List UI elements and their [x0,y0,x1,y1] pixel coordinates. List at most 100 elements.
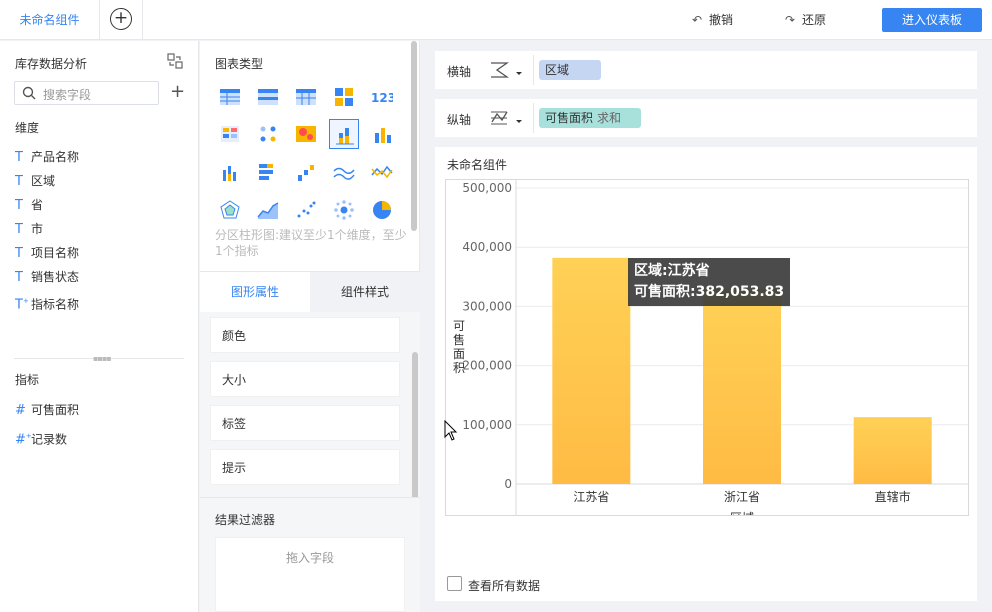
enter-dashboard-button[interactable]: 进入仪表板 [882,8,982,32]
drag-handle-icon: ▪▪▪▪ [93,354,112,363]
axis-type-dropdown-icon[interactable] [489,108,523,128]
stacked-bar-icon[interactable] [215,157,245,187]
dimension-item[interactable]: T省 [15,195,43,215]
y-aggregation: 求和 [597,111,622,125]
heatmap-icon[interactable] [291,119,321,149]
y-tick-label: 500,000 [462,181,512,195]
dimension-item[interactable]: T 产品名称 [15,147,79,167]
redo-icon: ↷ [784,13,796,27]
y-field-pill[interactable]: 可售面积 求和 [539,108,641,128]
grouped-table-icon[interactable] [253,82,283,112]
tab-divider [142,0,143,40]
add-tab-button[interactable]: + [110,8,132,30]
text-formula-icon: T+ [15,297,29,313]
chart-type-scrollbar[interactable] [411,41,417,231]
field-label: 产品名称 [31,150,80,164]
y-axis-title: 可售面积 [453,319,465,375]
compare-line-icon[interactable] [367,157,397,187]
svg-text:123: 123 [371,91,393,105]
bar[interactable] [853,417,932,484]
bar[interactable] [703,288,781,484]
measure-item[interactable]: #+记录数 [15,426,68,447]
y-axis-row: 纵轴 可售面积 求和 [435,99,977,137]
axis-divider [533,55,534,85]
x-field-pill[interactable]: 区域 [539,60,601,80]
property-label[interactable]: 标签 [210,405,400,441]
property-list: 颜色 大小 标签 提示 [200,312,420,502]
text-type-icon: T [15,174,23,189]
measure-header: 指标 [15,373,40,387]
partition-bar-icon[interactable] [329,119,359,149]
redo-button[interactable]: ↷ 还原 [783,11,826,29]
tooltip-line-category: 区域:江苏省 [634,263,710,279]
line-chart-icon[interactable] [329,157,359,187]
field-label: 销售状态 [31,270,80,284]
undo-icon: ↶ [691,13,703,27]
filter-drop-zone[interactable]: 拖入字段 [215,537,405,612]
y-tick-label: 0 [504,477,512,491]
field-label: 记录数 [31,432,68,447]
tab-component-style[interactable]: 组件样式 [310,272,420,312]
undo-button[interactable]: ↶ 撤销 [690,11,733,29]
y-tick-label: 300,000 [462,299,512,313]
text-type-icon: T [15,246,23,261]
area-chart-icon[interactable] [253,195,283,225]
table-chart-icon[interactable] [215,82,245,112]
bubble-chart-icon[interactable] [329,195,359,225]
axis-type-dropdown-icon[interactable] [489,60,523,80]
pie-chart-icon[interactable] [367,195,397,225]
color-table-icon[interactable] [329,82,359,112]
panel-resizer[interactable]: ▪▪▪▪ [14,354,184,363]
radar-chart-icon[interactable] [215,195,245,225]
scatter-chart-icon[interactable] [291,195,321,225]
property-tooltip[interactable]: 提示 [210,449,400,485]
field-label: 项目名称 [31,246,80,260]
add-field-button[interactable]: + [170,82,185,102]
dot-matrix-icon[interactable] [253,119,283,149]
bar[interactable] [552,257,631,484]
kpi-number-icon[interactable]: 123 [367,82,397,112]
dimension-item[interactable]: T 区域 [15,171,55,191]
horizontal-bar-icon[interactable] [253,157,283,187]
bar-chart-icon[interactable] [367,119,397,149]
field-label: 省 [31,198,44,212]
property-color[interactable]: 颜色 [210,317,400,353]
view-all-label: 查看所有数据 [468,579,541,593]
property-scrollbar[interactable] [412,352,418,502]
y-field-name: 可售面积 [545,111,594,125]
dimension-item[interactable]: T市 [15,219,43,239]
text-type-icon: T [15,198,23,213]
mouse-cursor-icon [444,420,458,441]
view-all-checkbox[interactable] [447,576,462,591]
bar-chart: 0 100,000 200,000 300,000 400,000 500,000 江苏省 浙… [453,180,968,525]
x-tick-label: 浙江省 [724,490,760,504]
search-icon [22,86,36,100]
tab-graph-properties[interactable]: 图形属性 [200,272,310,312]
chart-tooltip: 区域:江苏省 可售面积:382,053.83 [628,258,791,306]
undo-label: 撤销 [709,13,734,27]
word-table-icon[interactable] [215,119,245,149]
dimension-item[interactable]: T 项目名称 [15,243,79,263]
search-field-input[interactable]: 搜索字段 [14,81,159,105]
chart-editor: 横轴 区域 纵轴 可售面积 求和 未命名组件 0 100,000 200,000 300… [421,41,992,612]
measure-item[interactable]: # 可售面积 [15,400,79,420]
dimension-header: 维度 [15,121,40,135]
dimension-item[interactable]: T 销售状态 [15,267,79,287]
x-axis-row: 横轴 区域 [435,51,977,89]
y-axis-label: 纵轴 [447,113,472,127]
property-size[interactable]: 大小 [210,361,400,397]
tab-unnamed-component[interactable]: 未命名组件 [0,0,100,40]
waterfall-icon[interactable] [291,157,321,187]
x-axis-label: 横轴 [447,65,472,79]
x-tick-label: 直辖市 [875,489,911,504]
x-axis-title: 区域 [730,511,754,515]
text-type-icon: T [15,222,23,237]
x-tick-label: 江苏省 [573,490,609,504]
property-tabs: 图形属性 组件样式 [200,271,420,312]
cross-table-icon[interactable] [291,82,321,112]
switch-dataset-icon[interactable] [167,53,183,69]
y-tick-label: 400,000 [462,240,512,254]
axis-divider [533,103,534,133]
dimension-item[interactable]: T+ 指标名称 [15,291,79,312]
chart-type-panel: 图表类型 123 分区柱形图:建议至少1个维度，至少1个指标 ▪▪▪▪ 图形属性… [200,41,420,612]
